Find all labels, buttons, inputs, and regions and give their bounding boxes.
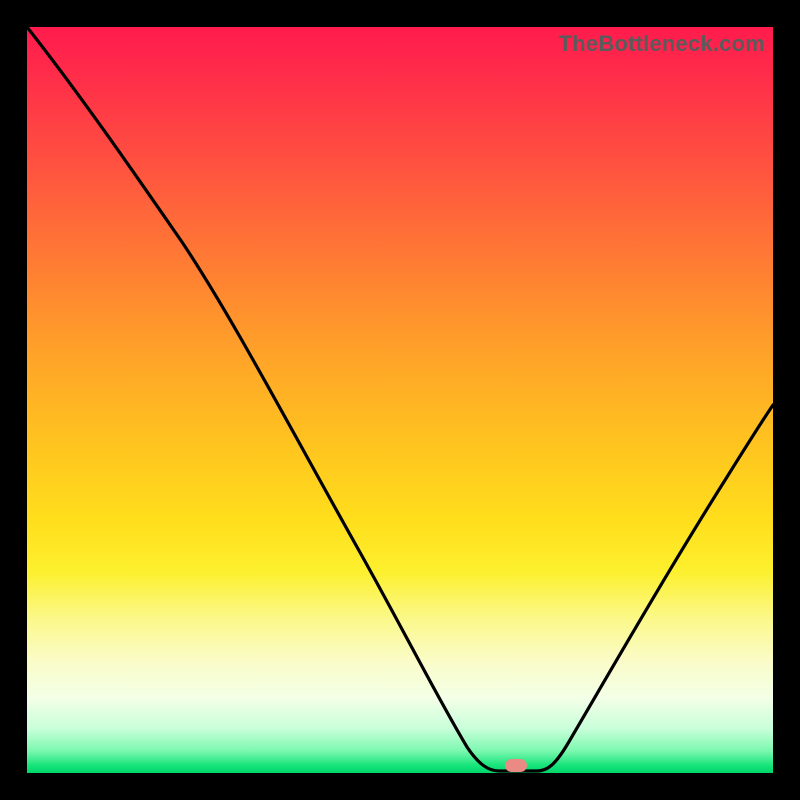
bottleneck-curve xyxy=(27,27,773,773)
plot-area: TheBottleneck.com xyxy=(27,27,773,773)
optimum-marker xyxy=(505,759,527,772)
chart-frame: TheBottleneck.com xyxy=(0,0,800,800)
